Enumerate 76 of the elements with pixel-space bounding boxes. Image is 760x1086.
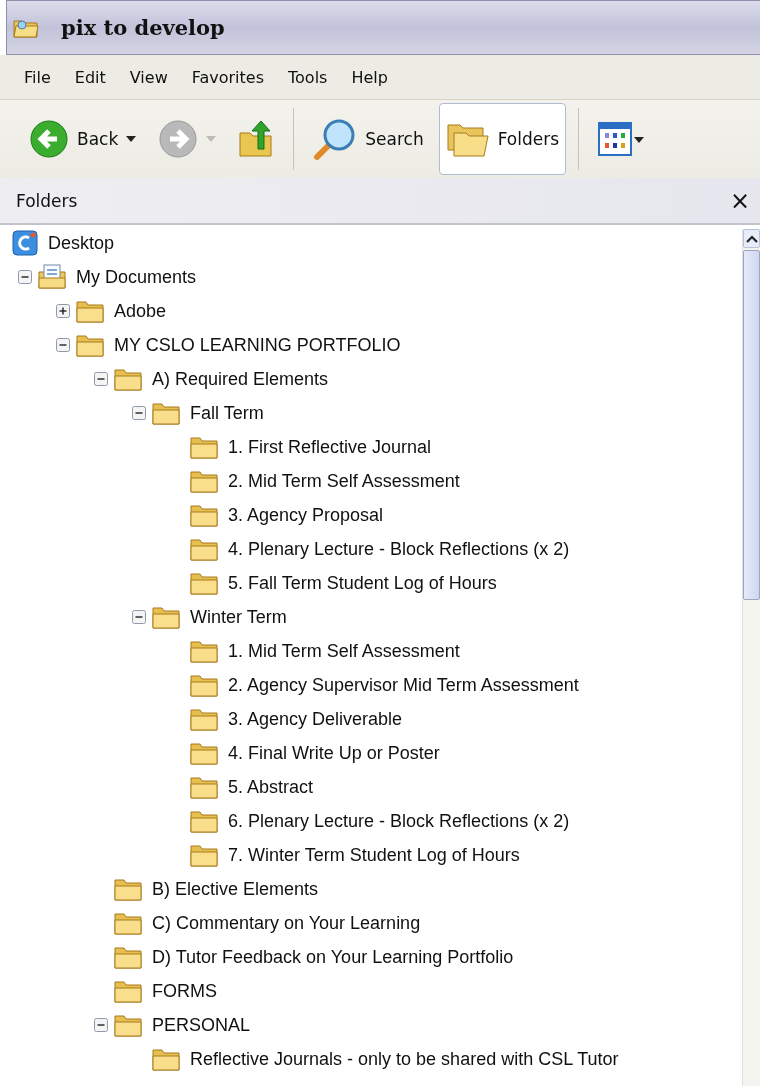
scroll-up-button[interactable]	[743, 229, 760, 248]
caret-icon	[206, 136, 217, 142]
tree-item[interactable]: 3. Agency Proposal	[228, 504, 384, 526]
close-button[interactable]: ×	[723, 186, 756, 215]
folders-button[interactable]: Folders	[438, 103, 567, 175]
folder-icon	[190, 537, 218, 561]
folder-icon	[190, 809, 218, 833]
tree-item[interactable]: 5. Fall Term Student Log of Hours	[228, 572, 497, 594]
folder-icon	[114, 945, 142, 969]
menu-item[interactable]: Help	[341, 67, 402, 87]
expander-icon[interactable]	[18, 270, 32, 284]
menu-item[interactable]: View	[119, 67, 182, 87]
window-title: pix to develop	[61, 15, 225, 40]
expander-icon[interactable]	[132, 610, 146, 624]
desktop-icon	[12, 230, 38, 256]
folder-icon	[190, 843, 218, 867]
tree-item[interactable]: Winter Term	[190, 606, 287, 628]
folder-icon	[114, 911, 142, 935]
panel-title: Folders	[16, 190, 78, 211]
tree-item[interactable]: PERSONAL	[152, 1014, 251, 1036]
folder-icon	[190, 639, 218, 663]
tree-item[interactable]: MY CSLO LEARNING PORTFOLIO	[114, 334, 401, 356]
folder-icon	[190, 571, 218, 595]
tree-item[interactable]: B) Elective Elements	[152, 878, 319, 900]
folder-icon	[76, 299, 104, 323]
folder-icon	[190, 775, 218, 799]
folder-icon	[152, 401, 180, 425]
tree-item[interactable]: Adobe	[114, 300, 167, 322]
scrollbar[interactable]	[742, 229, 760, 1086]
folder-icon	[190, 435, 218, 459]
menu-item[interactable]: Favorites	[181, 67, 278, 87]
tree-item[interactable]: 5. Abstract	[228, 776, 314, 798]
tree-item[interactable]: 7. Winter Term Student Log of Hours	[228, 844, 520, 866]
back-button[interactable]: Back	[22, 103, 144, 175]
menu-item[interactable]: Tools	[278, 67, 342, 87]
expander-icon[interactable]	[56, 304, 70, 318]
tree-item[interactable]: 3. Agency Deliverable	[228, 708, 403, 730]
folder-icon	[114, 367, 142, 391]
tree-item[interactable]: 4. Final Write Up or Poster	[228, 742, 440, 764]
caret-icon	[126, 136, 137, 142]
folder-icon	[114, 979, 142, 1003]
tree-item[interactable]: 6. Plenary Lecture - Block Reflections (x 2)	[228, 810, 570, 832]
view-grid-icon	[598, 119, 645, 159]
tree-item[interactable]: My Documents	[76, 266, 197, 288]
tree-item[interactable]: Fall Term	[190, 402, 264, 424]
folder-icon	[190, 503, 218, 527]
tree-item[interactable]: Reflective Journals - only to be shared with CSL Tutor	[190, 1048, 619, 1070]
tree-item[interactable]: C) Commentary on Your Learning	[152, 912, 421, 934]
tree-item[interactable]: 1. First Reflective Journal	[228, 436, 432, 458]
tree-item[interactable]: D) Tutor Feedback on Your Learning Portfolio	[152, 946, 514, 968]
menu-item[interactable]: Edit	[64, 67, 120, 87]
tree-item[interactable]: 2. Mid Term Self Assessment	[228, 470, 460, 492]
folder-icon	[190, 707, 218, 731]
expander-icon[interactable]	[94, 372, 108, 386]
document-folder-icon	[38, 264, 66, 290]
folder-icon	[190, 673, 218, 697]
tree-item[interactable]: A) Required Elements	[152, 368, 329, 390]
folder-icon	[190, 741, 218, 765]
menu-item[interactable]: File	[14, 67, 65, 87]
folder-icon	[114, 1013, 142, 1037]
tree-item[interactable]: Desktop	[48, 232, 115, 254]
tree-item[interactable]: 2. Agency Supervisor Mid Term Assessment	[228, 674, 579, 696]
tree-item[interactable]: FORMS	[152, 980, 217, 1002]
folder-icon	[76, 333, 104, 357]
folder-icon	[190, 469, 218, 493]
expander-icon[interactable]	[56, 338, 70, 352]
expander-icon[interactable]	[132, 406, 146, 420]
folder-icon	[114, 877, 142, 901]
tree-item[interactable]: 4. Plenary Lecture - Block Reflections (x 2)	[228, 538, 570, 560]
folder-icon	[152, 1047, 180, 1071]
expander-icon[interactable]	[94, 1018, 108, 1032]
scroll-thumb[interactable]	[743, 250, 760, 600]
tree-item[interactable]: 1. Mid Term Self Assessment	[228, 640, 460, 662]
folder-icon	[152, 605, 180, 629]
search-button[interactable]: Search	[306, 103, 431, 175]
folder-up-arrow-icon	[238, 119, 275, 159]
